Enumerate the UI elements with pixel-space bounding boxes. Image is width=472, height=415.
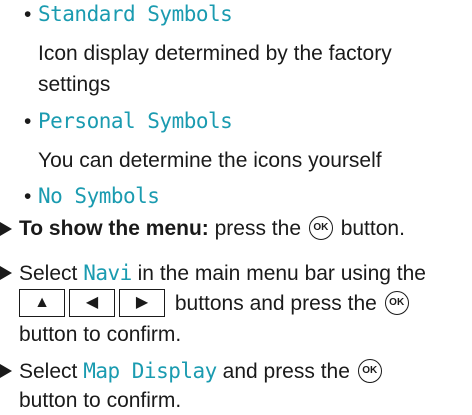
left-arrow-button-icon: ◀ [69, 289, 115, 318]
option-name: Standard Symbols [38, 2, 233, 26]
bullet-icon: • [24, 3, 32, 26]
step-select-map-line1: Select Map Display and press the OK [19, 357, 384, 386]
step-select-navi-line2: ▲ ◀ ▶ buttons and press the OK [19, 289, 411, 318]
menu-item-map-display: Map Display [83, 359, 217, 383]
option-description: You can determine the icons yourself [38, 149, 382, 172]
step-arrow-icon [0, 222, 12, 236]
step-arrow-icon [0, 266, 12, 280]
ok-button-icon: OK [357, 358, 382, 383]
bullet-icon: • [24, 110, 32, 133]
step-prefix: Select [19, 262, 78, 285]
bullet-icon: • [24, 185, 32, 208]
menu-item-navi: Navi [83, 261, 132, 285]
step-prefix: Select [19, 360, 78, 383]
option-name: Personal Symbols [38, 109, 233, 133]
option-standard-symbols: • Standard Symbols [24, 0, 233, 29]
ok-button-icon: OK [384, 290, 409, 315]
step-text: in the main menu bar using the [137, 262, 426, 285]
option-no-symbols: • No Symbols [24, 182, 160, 211]
step-select-navi-line1: Select Navi in the main menu bar using t… [19, 259, 426, 288]
step-label: To show the menu: [19, 217, 209, 240]
step-text: press the [214, 217, 302, 240]
option-personal-symbols: • Personal Symbols [24, 107, 233, 136]
step-text: buttons and press the [174, 292, 377, 315]
manual-page: • Standard Symbols Icon display determine… [0, 0, 472, 415]
arrow-button-group: ▲ ◀ ▶ [19, 289, 169, 318]
option-description-cont: settings [38, 73, 111, 96]
step-arrow-icon [0, 364, 12, 378]
step-text: and press the [222, 360, 350, 383]
up-arrow-button-icon: ▲ [19, 289, 65, 318]
ok-button-icon: OK [308, 215, 333, 240]
option-description: Icon display determined by the factory [38, 42, 392, 65]
step-select-navi-line3: button to confirm. [19, 323, 182, 346]
option-name: No Symbols [38, 184, 160, 208]
right-arrow-button-icon: ▶ [119, 289, 165, 318]
step-show-menu: To show the menu: press the OK button. [19, 215, 405, 243]
step-text-end: button. [340, 217, 405, 240]
step-select-map-line2: button to confirm. [19, 389, 182, 412]
